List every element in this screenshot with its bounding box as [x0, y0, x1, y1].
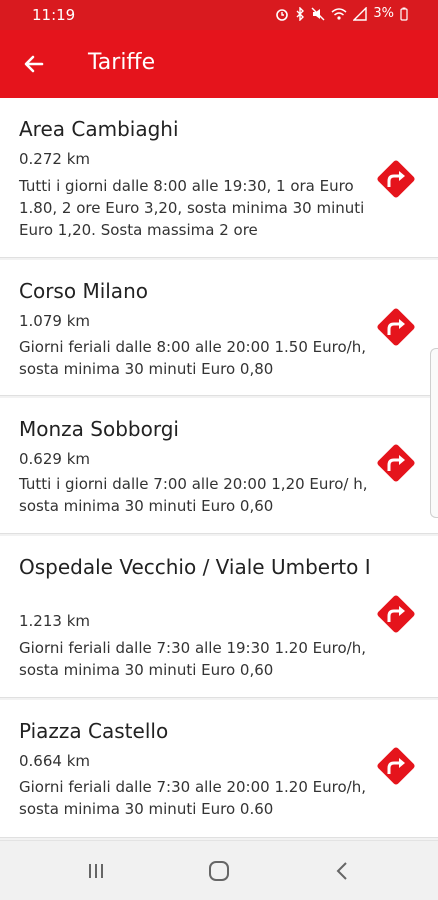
bluetooth-icon — [296, 6, 305, 21]
page-title: Tariffe — [88, 50, 156, 75]
directions-icon[interactable] — [374, 744, 418, 788]
status-bar: 11:19 3% — [0, 0, 438, 30]
item-distance: 1.079 km — [19, 312, 91, 330]
item-description: Giorni feriali dalle 8:00 alle 20:00 1.5… — [19, 338, 366, 378]
chevron-left-icon — [336, 862, 347, 880]
recent-apps-icon — [89, 864, 103, 878]
recent-apps-button[interactable] — [76, 855, 116, 887]
home-icon — [209, 861, 229, 881]
item-name: Ospedale Vecchio / Viale Umberto I — [19, 555, 371, 579]
tariff-list: Area Cambiaghi 0.272 km Tutti i giorni d… — [0, 98, 438, 838]
list-item[interactable]: Ospedale Vecchio / Viale Umberto I 1.213… — [0, 536, 438, 698]
directions-icon[interactable] — [374, 305, 418, 349]
list-item[interactable]: Piazza Castello 0.664 km Giorni feriali … — [0, 700, 438, 838]
signal-icon — [353, 6, 368, 21]
item-description: Giorni feriali dalle 7:30 alle 19:30 1.2… — [19, 639, 366, 679]
directions-icon[interactable] — [374, 592, 418, 636]
item-distance: 0.629 km — [19, 450, 91, 468]
list-item[interactable]: Corso Milano 1.079 km Giorni feriali dal… — [0, 260, 438, 396]
battery-percent: 3% — [373, 6, 394, 21]
alarm-icon — [276, 8, 289, 21]
item-distance: 1.213 km — [19, 612, 91, 630]
scroll-handle[interactable] — [430, 348, 438, 518]
home-button[interactable] — [199, 855, 239, 887]
item-name: Piazza Castello — [19, 719, 169, 743]
directions-icon[interactable] — [374, 157, 418, 201]
item-description: Giorni feriali dalle 7:30 alle 20:00 1.2… — [19, 778, 366, 818]
system-nav-bar — [0, 840, 438, 900]
wifi-icon — [331, 7, 347, 20]
status-time: 11:19 — [32, 6, 76, 24]
item-description: Tutti i giorni dalle 7:00 alle 20:00 1,2… — [19, 475, 368, 515]
mute-icon — [311, 7, 325, 20]
item-distance: 0.664 km — [19, 752, 91, 770]
app-bar: Tariffe — [0, 30, 438, 98]
list-item[interactable]: Area Cambiaghi 0.272 km Tutti i giorni d… — [0, 98, 438, 258]
item-distance: 0.272 km — [19, 150, 91, 168]
directions-icon[interactable] — [374, 441, 418, 485]
item-name: Corso Milano — [19, 279, 148, 303]
arrow-left-icon — [24, 55, 44, 73]
list-item[interactable]: Monza Sobborgi 0.629 km Tutti i giorni d… — [0, 398, 438, 534]
battery-icon — [400, 7, 408, 21]
back-button[interactable] — [14, 44, 54, 84]
item-description: Tutti i giorni dalle 8:00 alle 19:30, 1 … — [19, 177, 365, 239]
back-nav-button[interactable] — [322, 855, 362, 887]
item-name: Area Cambiaghi — [19, 117, 179, 141]
item-name: Monza Sobborgi — [19, 417, 179, 441]
status-icons: 3% — [275, 6, 408, 21]
